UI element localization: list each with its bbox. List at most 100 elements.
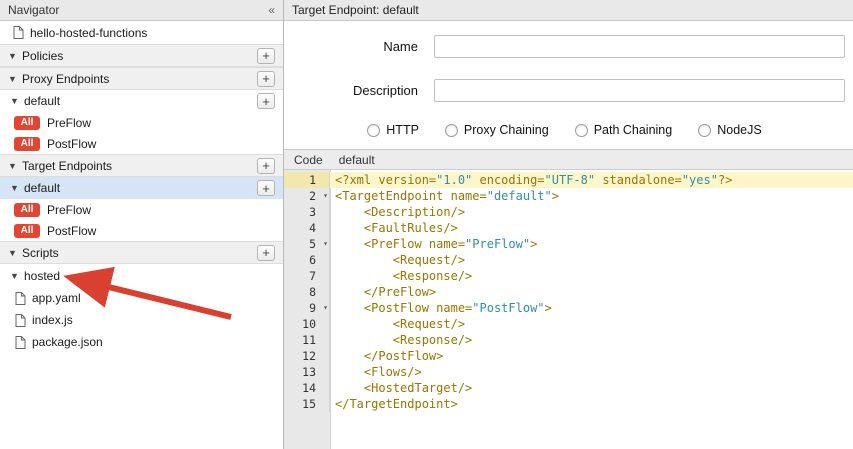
code-line-text: <Response/> xyxy=(330,332,853,348)
nav-section-policies[interactable]: ▼Policies + xyxy=(0,44,283,67)
nav-file-package-json[interactable]: package.json xyxy=(0,331,283,353)
code-line-text: <TargetEndpoint name="default"> xyxy=(330,188,853,204)
radio-button-icon[interactable] xyxy=(367,124,380,137)
code-row[interactable]: 7 <Response/> xyxy=(284,268,853,284)
code-row[interactable]: 13 <Flows/> xyxy=(284,364,853,380)
description-row: Description xyxy=(284,79,845,102)
code-token-tag: ?> xyxy=(718,173,732,187)
flow-condition-badge: All xyxy=(14,137,40,151)
description-input[interactable] xyxy=(434,79,845,102)
code-token-string: "PostFlow" xyxy=(472,301,544,315)
nav-item-hello-hosted-functions[interactable]: hello-hosted-functions xyxy=(0,21,283,44)
code-row[interactable]: 6 <Request/> xyxy=(284,252,853,268)
radio-nodejs[interactable]: NodeJS xyxy=(698,123,761,137)
chevron-down-icon[interactable]: ▼ xyxy=(10,271,24,281)
nav-node-default[interactable]: ▼default + xyxy=(0,177,283,199)
code-token-string: "default" xyxy=(487,189,552,203)
code-row[interactable]: 15</TargetEndpoint> xyxy=(284,396,853,412)
file-icon xyxy=(13,26,24,39)
section-label: Policies xyxy=(22,49,63,63)
add-default-button[interactable]: + xyxy=(257,180,275,196)
nav-section-scripts[interactable]: ▼Scripts + xyxy=(0,241,283,264)
name-label: Name xyxy=(284,39,434,54)
add-target-endpoints-button[interactable]: + xyxy=(257,158,275,174)
code-row[interactable]: 10 <Request/> xyxy=(284,316,853,332)
nav-flow-preflow[interactable]: AllPreFlow xyxy=(0,199,283,220)
fold-toggle-icon[interactable]: ▾ xyxy=(323,188,328,204)
radio-label: Path Chaining xyxy=(594,123,673,137)
node-label: default xyxy=(24,181,60,195)
code-token-tag: <PreFlow name= xyxy=(335,237,465,251)
code-row[interactable]: 1<?xml version="1.0" encoding="UTF-8" st… xyxy=(284,172,853,188)
code-file-label: default xyxy=(339,153,375,167)
detail-header-title: Target Endpoint: default xyxy=(292,3,419,17)
navigator-title: Navigator xyxy=(8,3,268,17)
radio-label: NodeJS xyxy=(717,123,761,137)
code-row[interactable]: 12 </PostFlow> xyxy=(284,348,853,364)
nav-file-index-js[interactable]: index.js xyxy=(0,309,283,331)
radio-http[interactable]: HTTP xyxy=(367,123,419,137)
nav-file-app-yaml[interactable]: app.yaml xyxy=(0,287,283,309)
code-row[interactable]: 5▾ <PreFlow name="PreFlow"> xyxy=(284,236,853,252)
code-token-tag: <?xml version= xyxy=(335,173,436,187)
chevron-down-icon[interactable]: ▼ xyxy=(10,96,24,106)
line-number: 11 xyxy=(284,332,330,348)
add-policies-button[interactable]: + xyxy=(257,48,275,64)
radio-button-icon[interactable] xyxy=(698,124,711,137)
line-number: 4 xyxy=(284,220,330,236)
code-row[interactable]: 2▾<TargetEndpoint name="default"> xyxy=(284,188,853,204)
nav-node-default[interactable]: ▼default + xyxy=(0,90,283,112)
code-token-tag: standalone= xyxy=(595,173,682,187)
nav-flow-postflow[interactable]: AllPostFlow xyxy=(0,220,283,241)
name-input[interactable] xyxy=(434,35,845,58)
code-header: Code default xyxy=(284,149,853,170)
code-row[interactable]: 3 <Description/> xyxy=(284,204,853,220)
code-token-tag: <HostedTarget/> xyxy=(335,381,472,395)
code-row[interactable]: 11 <Response/> xyxy=(284,332,853,348)
nav-section-proxy-endpoints[interactable]: ▼Proxy Endpoints+ xyxy=(0,67,283,90)
chevron-down-icon[interactable]: ▼ xyxy=(8,248,22,258)
nav-section-target-endpoints[interactable]: ▼Target Endpoints+ xyxy=(0,154,283,177)
code-editor[interactable]: 1<?xml version="1.0" encoding="UTF-8" st… xyxy=(284,170,853,449)
collapse-navigator-button[interactable]: « xyxy=(268,3,275,17)
code-token-string: "PreFlow" xyxy=(465,237,530,251)
fold-toggle-icon[interactable]: ▾ xyxy=(323,236,328,252)
radio-proxy-chaining[interactable]: Proxy Chaining xyxy=(445,123,549,137)
radio-label: Proxy Chaining xyxy=(464,123,549,137)
node-label: default xyxy=(24,94,60,108)
code-row[interactable]: 9▾ <PostFlow name="PostFlow"> xyxy=(284,300,853,316)
code-line-text: </PostFlow> xyxy=(330,348,853,364)
file-label: index.js xyxy=(32,313,73,327)
item-label: hello-hosted-functions xyxy=(30,26,147,40)
line-number: 8 xyxy=(284,284,330,300)
line-number: 9▾ xyxy=(284,300,330,316)
line-number: 7 xyxy=(284,268,330,284)
fold-toggle-icon[interactable]: ▾ xyxy=(323,300,328,316)
nav-flow-preflow[interactable]: AllPreFlow xyxy=(0,112,283,133)
code-line-text: <PreFlow name="PreFlow"> xyxy=(330,236,853,252)
file-label: package.json xyxy=(32,335,103,349)
nav-folder-hosted[interactable]: ▼hosted xyxy=(0,264,283,287)
add-default-button[interactable]: + xyxy=(257,93,275,109)
radio-button-icon[interactable] xyxy=(445,124,458,137)
nav-flow-postflow[interactable]: AllPostFlow xyxy=(0,133,283,154)
flow-condition-badge: All xyxy=(14,203,40,217)
code-token-tag: <Request/> xyxy=(335,253,465,267)
code-row[interactable]: 14 <HostedTarget/> xyxy=(284,380,853,396)
code-token-tag: > xyxy=(552,189,559,203)
code-row[interactable]: 8 </PreFlow> xyxy=(284,284,853,300)
code-line-text: <Request/> xyxy=(330,316,853,332)
chevron-down-icon[interactable]: ▼ xyxy=(8,161,22,171)
chevron-down-icon[interactable]: ▼ xyxy=(8,74,22,84)
add-scripts-button[interactable]: + xyxy=(257,245,275,261)
code-row[interactable]: 4 <FaultRules/> xyxy=(284,220,853,236)
radio-button-icon[interactable] xyxy=(575,124,588,137)
radio-path-chaining[interactable]: Path Chaining xyxy=(575,123,673,137)
chevron-down-icon[interactable]: ▼ xyxy=(8,51,22,61)
line-number: 5▾ xyxy=(284,236,330,252)
code-line-text: </PreFlow> xyxy=(330,284,853,300)
code-token-tag: <Response/> xyxy=(335,269,472,283)
section-label: Scripts xyxy=(22,246,59,260)
chevron-down-icon[interactable]: ▼ xyxy=(10,183,24,193)
add-proxy-endpoints-button[interactable]: + xyxy=(257,71,275,87)
